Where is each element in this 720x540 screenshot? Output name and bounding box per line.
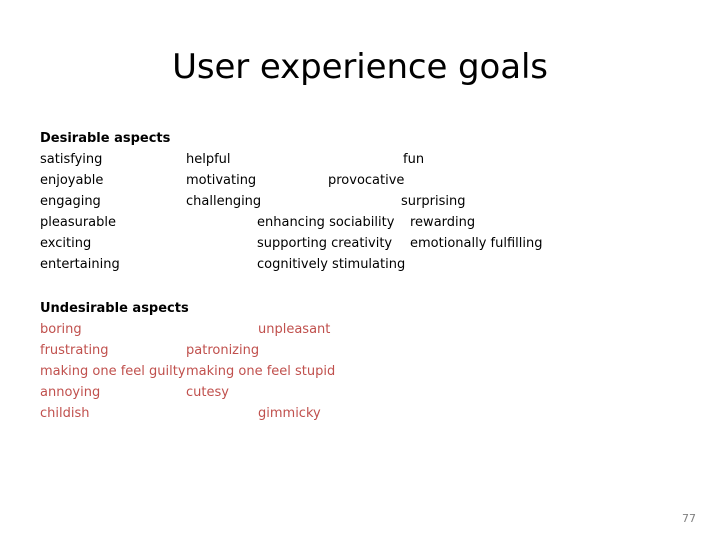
desirable-row: engaging challenging surprising [40,191,700,212]
desirable-term: fun [403,152,425,167]
page-title: User experience goals [172,47,548,87]
undesirable-row: annoying cutesy [40,382,700,403]
desirable-term: enhancing sociability [257,215,395,230]
undesirable-term: frustrating [40,343,109,358]
undesirable-term: annoying [40,385,101,400]
desirable-term: pleasurable [40,215,117,230]
undesirable-row: childish gimmicky [40,403,700,424]
undesirable-term: unpleasant [258,322,331,337]
desirable-term: helpful [186,152,231,167]
undesirable-aspects-block: Undesirable aspects boring unpleasant frus… [40,298,700,424]
desirable-aspects-block: Desirable aspects satisfying helpful fun en… [40,128,700,275]
undesirable-row: boring unpleasant [40,319,700,340]
desirable-aspects-heading: Desirable aspects [40,131,171,146]
undesirable-term: making one feel stupid [186,364,336,379]
undesirable-term: patronizing [186,343,260,358]
desirable-term: rewarding [410,215,476,230]
desirable-term: emotionally fulfilling [410,236,543,251]
undesirable-term: gimmicky [258,406,321,421]
desirable-term: cognitively stimulating [257,257,406,272]
desirable-row: exciting supporting creativity emotionally… [40,233,700,254]
desirable-term: challenging [186,194,262,209]
desirable-term: engaging [40,194,101,209]
desirable-row: enjoyable motivating provocative [40,170,700,191]
undesirable-term-rows: boring unpleasant frustrating patronizing ma… [40,319,700,424]
undesirable-term: cutesy [186,385,229,400]
desirable-term: surprising [401,194,466,209]
desirable-row: pleasurable enhancing sociability rewardin… [40,212,700,233]
desirable-term: satisfying [40,152,103,167]
undesirable-term: making one feel guilty [40,364,186,379]
desirable-term: exciting [40,236,92,251]
desirable-term: entertaining [40,257,120,272]
undesirable-term: childish [40,406,90,421]
desirable-term: supporting creativity [257,236,393,251]
desirable-row: entertaining cognitively stimulating [40,254,700,275]
desirable-term: provocative [328,173,405,188]
desirable-term-rows: satisfying helpful fun enjoyable motivating p… [40,149,700,275]
undesirable-row: frustrating patronizing [40,340,700,361]
desirable-row: satisfying helpful fun [40,149,700,170]
page-number: 77 [682,512,696,525]
undesirable-term: boring [40,322,82,337]
desirable-term: motivating [186,173,257,188]
undesirable-row: making one feel guilty making one feel st… [40,361,700,382]
desirable-term: enjoyable [40,173,104,188]
slide-canvas: User experience goals Desirable aspects … [0,0,720,540]
undesirable-aspects-heading: Undesirable aspects [40,301,189,316]
